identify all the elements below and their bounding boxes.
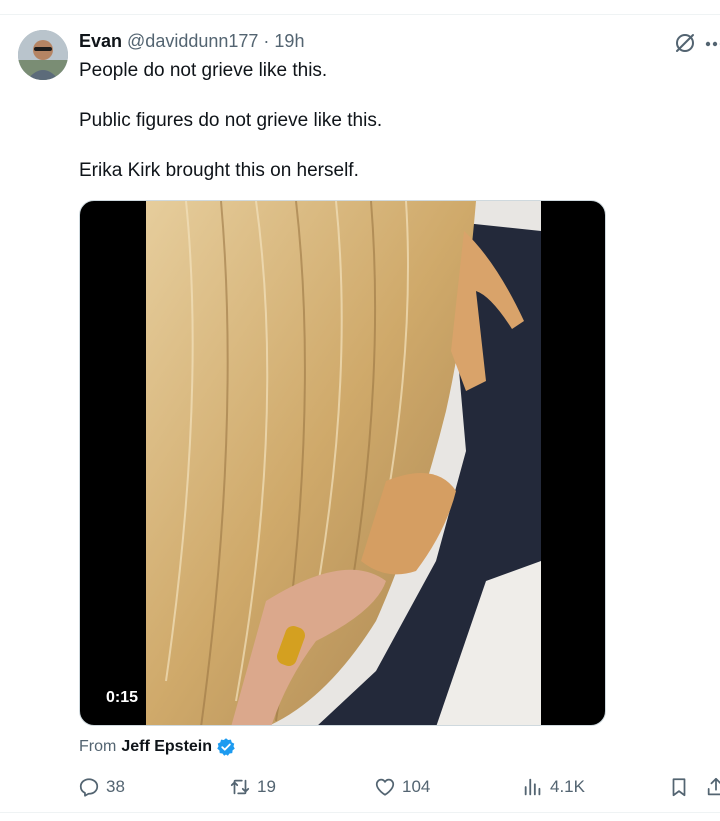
like-icon (375, 778, 395, 796)
author-name[interactable]: Evan (79, 31, 122, 52)
from-label: From (79, 738, 117, 755)
separator-dot: · (263, 31, 270, 51)
bottom-divider (0, 812, 720, 813)
tweet-text: People do not grieve like this. Public f… (79, 59, 679, 183)
author-handle[interactable]: @daviddunn177 (127, 31, 258, 52)
share-icon (707, 777, 720, 796)
video-thumbnail (146, 201, 541, 725)
grok-icon[interactable] (673, 31, 697, 55)
tweet-text-line: People do not grieve like this. (79, 60, 328, 81)
action-bar: 38 19 104 4.1K (0, 774, 720, 800)
top-divider (0, 14, 720, 15)
source-author-name[interactable]: Jeff Epstein (121, 737, 212, 757)
tweet-timestamp[interactable]: 19h (274, 31, 304, 52)
reply-button[interactable]: 38 (78, 774, 125, 800)
repost-count: 19 (257, 777, 276, 796)
verified-badge-icon (217, 738, 235, 756)
reply-icon (79, 778, 99, 797)
bookmark-button[interactable] (668, 774, 696, 800)
views-count: 4.1K (550, 777, 585, 796)
like-button[interactable]: 104 (374, 774, 430, 800)
tweet-text-line: Erika Kirk brought this on herself. (79, 160, 359, 181)
repost-button[interactable]: 19 (229, 774, 276, 800)
video-source-attribution: From Jeff Epstein (79, 737, 236, 757)
views-button[interactable]: 4.1K (522, 774, 585, 800)
reply-count: 38 (106, 777, 125, 796)
like-count: 104 (402, 777, 431, 796)
more-icon[interactable] (705, 41, 720, 47)
views-icon (524, 778, 541, 796)
repost-icon (230, 779, 250, 795)
share-button[interactable] (705, 774, 720, 800)
tweet-header: Evan @daviddunn177 · 19h (79, 31, 304, 55)
bookmark-icon (672, 778, 686, 797)
video-duration: 0:15 (98, 685, 147, 711)
tweet-text-line: Public figures do not grieve like this. (79, 110, 383, 131)
avatar[interactable] (18, 30, 68, 80)
video-player[interactable]: 0:15 (79, 200, 606, 726)
